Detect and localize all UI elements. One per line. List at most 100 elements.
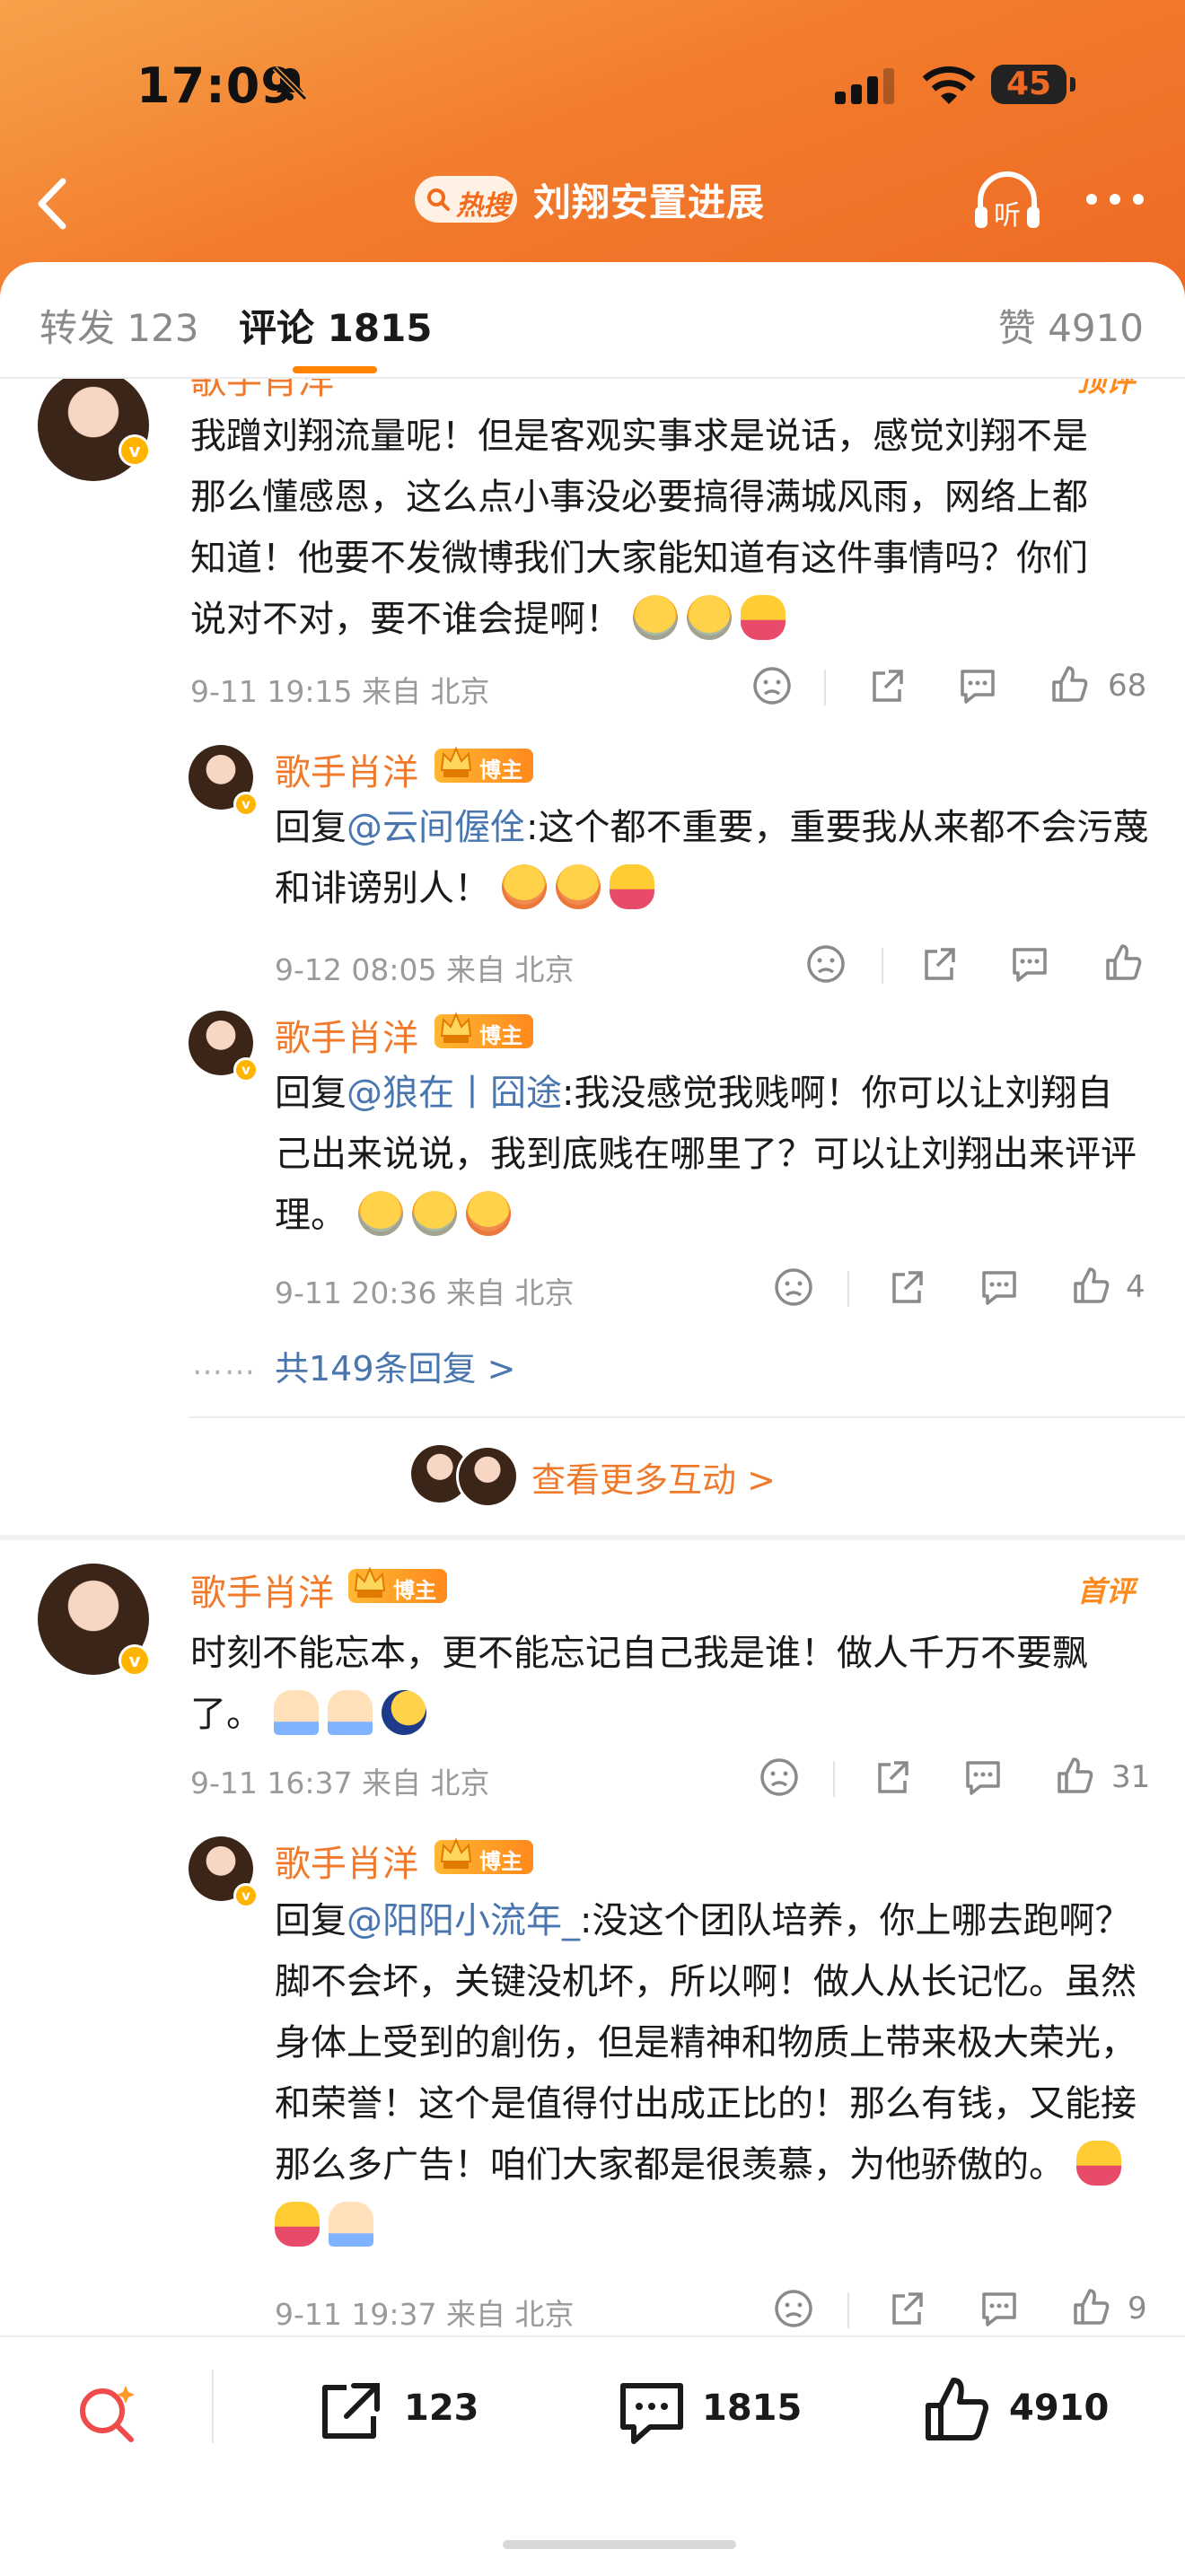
- tongue-emoji: [555, 864, 601, 909]
- more-icon[interactable]: [1083, 188, 1147, 210]
- blogger-badge-label: 博主: [479, 758, 522, 783]
- username[interactable]: 歌手肖洋: [190, 1564, 334, 1616]
- pray-emoji: [327, 1690, 373, 1735]
- listen-button[interactable]: 听: [970, 167, 1045, 235]
- search-icon[interactable]: [74, 2380, 140, 2447]
- blogger-badge-label: 博主: [479, 1849, 522, 1874]
- tab-forward[interactable]: 转发 123: [40, 298, 199, 353]
- like-count: 4: [1126, 1269, 1146, 1305]
- like-icon[interactable]: [1102, 942, 1144, 984]
- hot-search-tag[interactable]: 热搜: [415, 176, 517, 223]
- more-interactions-link[interactable]: 查看更多互动 >: [531, 1452, 776, 1502]
- username[interactable]: 歌手肖洋: [275, 743, 418, 795]
- like-icon[interactable]: [1070, 2287, 1111, 2328]
- dots-separator: ……: [192, 1346, 257, 1382]
- dislike-icon[interactable]: [774, 2289, 813, 2328]
- comment-icon[interactable]: [616, 2379, 688, 2449]
- tab-like[interactable]: 赞 4910: [998, 298, 1144, 353]
- like-count[interactable]: 4910: [1009, 2388, 1109, 2429]
- username[interactable]: 歌手肖洋: [190, 379, 334, 404]
- mention-link[interactable]: @云间偓佺: [347, 807, 526, 848]
- search-icon: [427, 188, 450, 211]
- comment-text: 我蹭刘翔流量呢！但是客观实事求是说话，感觉刘翔不是那么懂感恩，这么点小事没必要搞…: [190, 416, 1088, 640]
- avatar: [456, 1445, 519, 1508]
- username[interactable]: 歌手肖洋: [275, 1835, 418, 1887]
- share-icon[interactable]: [873, 1757, 912, 1797]
- divider: [847, 1271, 849, 1307]
- divider: [212, 2370, 214, 2443]
- more-replies-link[interactable]: 共149条回复 >: [275, 1341, 515, 1390]
- hug-emoji: [1075, 2141, 1121, 2186]
- share-icon[interactable]: [887, 1267, 926, 1307]
- dislike-icon[interactable]: [806, 944, 846, 984]
- like-count: 68: [1108, 668, 1147, 704]
- tongue-emoji: [465, 1191, 511, 1236]
- dislike-icon[interactable]: [752, 666, 792, 705]
- share-icon[interactable]: [316, 2379, 386, 2445]
- pray-emoji: [329, 2202, 373, 2247]
- forward-count[interactable]: 123: [404, 2388, 479, 2429]
- crown-icon: [440, 1012, 472, 1043]
- blogger-badge: 博主: [348, 1566, 447, 1603]
- tab-active-indicator: [293, 366, 377, 373]
- verified-icon: v: [233, 1057, 259, 1082]
- dislike-icon[interactable]: [774, 1267, 813, 1307]
- signal-icon: [835, 68, 894, 104]
- blogger-badge: 博主: [434, 746, 533, 783]
- reply-text: 回复@阳阳小流年_:没这个团队培养，你上哪去跑啊？脚不会坏，关键没机坏，所以啊！…: [275, 1890, 1137, 2256]
- like-icon[interactable]: [1070, 1266, 1111, 1307]
- dislike-icon[interactable]: [759, 1757, 799, 1797]
- share-icon[interactable]: [867, 666, 907, 705]
- share-icon[interactable]: [919, 944, 959, 984]
- cover-face-emoji: [609, 864, 654, 909]
- reply-text: 回复@云间偓佺:这个都不重要，重要我从来都不会污蔑和诽谤别人！: [275, 807, 1149, 909]
- mention-link[interactable]: @狼在丨囧途: [347, 1073, 562, 1114]
- comment-icon[interactable]: [962, 1757, 1004, 1797]
- comment-icon[interactable]: [1009, 944, 1050, 984]
- hug-emoji: [275, 2202, 320, 2247]
- top-comment-tag: 顶评: [1077, 379, 1136, 399]
- crying-emoji: [411, 1191, 457, 1236]
- comment-icon[interactable]: [979, 2289, 1020, 2328]
- like-icon[interactable]: [1049, 664, 1090, 705]
- reply-meta: 9-11 20:36 来自 北京: [275, 1275, 575, 1310]
- comment-icon[interactable]: [979, 1267, 1020, 1307]
- verified-icon: v: [118, 434, 151, 467]
- crown-icon: [354, 1566, 386, 1598]
- comment-meta: 9-11 19:15 来自 北京: [190, 674, 490, 709]
- page-title: 刘翔安置进展: [533, 180, 766, 224]
- comment-count[interactable]: 1815: [702, 2388, 802, 2429]
- status-bar: 17:09 45: [0, 0, 1185, 171]
- share-icon[interactable]: [887, 2289, 926, 2328]
- like-icon[interactable]: [1054, 1756, 1095, 1797]
- wifi-icon: [922, 66, 976, 104]
- headphones-icon: 听: [975, 171, 1040, 232]
- like-count: 9: [1128, 2291, 1147, 2326]
- divider: [189, 1416, 1185, 1418]
- comment-list[interactable]: v 歌手肖洋 顶评 我蹭刘翔流量呢！但是客观实事求是说话，感觉刘翔不是那么懂感恩…: [0, 379, 1185, 2335]
- first-comment-tag: 首评: [1077, 1574, 1136, 1608]
- crown-icon: [440, 1837, 472, 1869]
- divider: [833, 1761, 835, 1797]
- tab-comment[interactable]: 评论 1815: [239, 298, 433, 353]
- crying-emoji: [632, 595, 678, 640]
- blogger-badge-label: 博主: [479, 1023, 522, 1048]
- nav-bar: 热搜 刘翔安置进展 听: [0, 162, 1185, 242]
- like-count: 31: [1111, 1759, 1151, 1795]
- reply-meta: 9-12 08:05 来自 北京: [275, 952, 575, 987]
- blogger-badge: 博主: [434, 1012, 533, 1048]
- blogger-badge-label: 博主: [393, 1578, 436, 1603]
- pray-emoji: [273, 1690, 319, 1735]
- verified-icon: v: [233, 792, 259, 817]
- comment-meta: 9-11 16:37 来自 北京: [190, 1766, 490, 1801]
- back-icon[interactable]: [27, 172, 81, 235]
- username[interactable]: 歌手肖洋: [275, 1009, 418, 1061]
- home-indicator[interactable]: [503, 2540, 736, 2549]
- thread-divider: [0, 1535, 1185, 1540]
- like-icon[interactable]: [921, 2375, 993, 2447]
- mention-link[interactable]: @阳阳小流年_: [347, 1900, 580, 1941]
- comment-icon[interactable]: [957, 666, 998, 705]
- crying-emoji: [686, 595, 732, 640]
- reply-meta: 9-11 19:37 来自 北京: [275, 2297, 575, 2332]
- moon-emoji: [381, 1690, 426, 1735]
